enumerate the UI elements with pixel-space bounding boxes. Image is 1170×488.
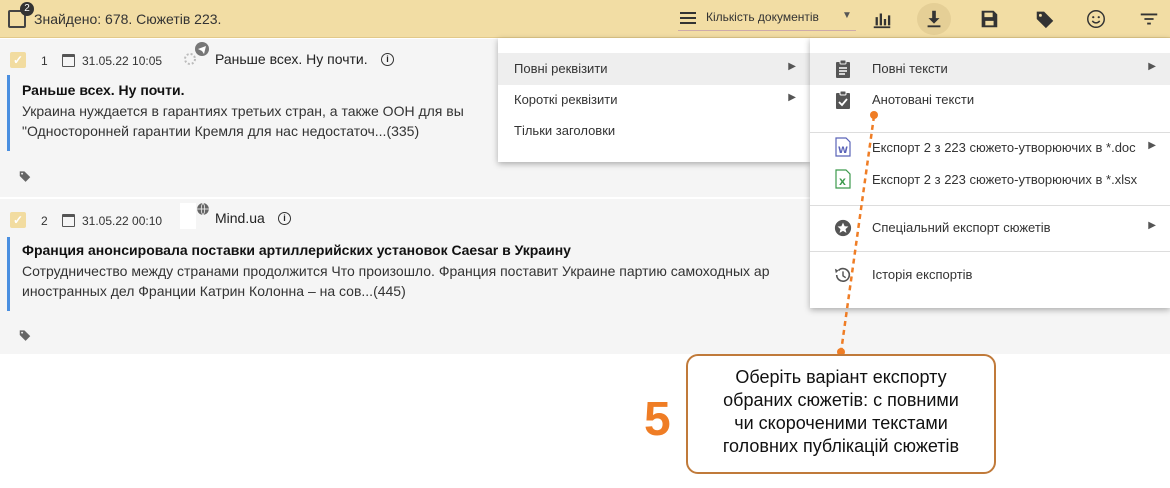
callout-line: головних публікацій сюжетів xyxy=(722,436,960,456)
callout-line: чи скороченими текстами xyxy=(734,413,948,433)
callout-line: обраних сюжетів: с повними xyxy=(723,390,959,410)
step-number: 5 xyxy=(644,393,671,446)
callout-box: Оберіть варіант експорту обраних сюжетів… xyxy=(686,354,996,474)
callout-line: Оберіть варіант експорту xyxy=(735,367,947,387)
page: 2 Знайдено: 678. Сюжетів 223. Кількість … xyxy=(0,0,1170,488)
